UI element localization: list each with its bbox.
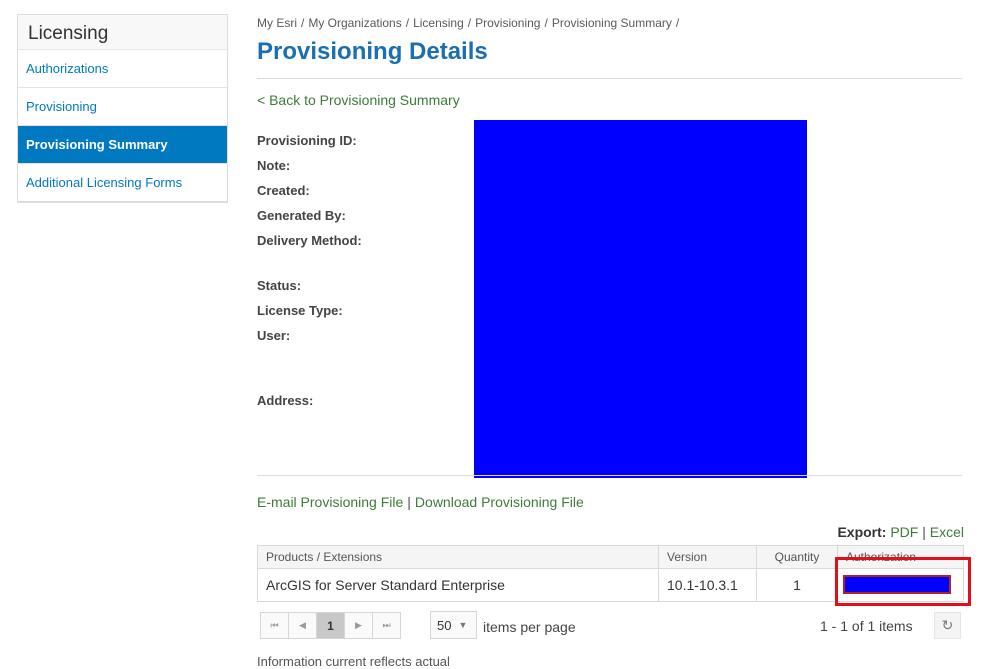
breadcrumb: My Esri / My Organizations / Licensing / Provi…	[257, 16, 683, 30]
label-generated-by: Generated By:	[257, 208, 346, 223]
label-address: Address:	[257, 393, 314, 408]
sidebar-item-provisioning-summary[interactable]: Provisioning Summary	[18, 126, 227, 164]
breadcrumb-separator: /	[467, 16, 472, 30]
breadcrumb-my-esri[interactable]: My Esri	[257, 16, 297, 30]
breadcrumb-licensing[interactable]: Licensing	[413, 16, 464, 30]
label-created: Created:	[257, 183, 310, 198]
title-divider	[257, 78, 962, 79]
page-title: Provisioning Details	[257, 38, 488, 65]
footnote-text: Information current reflects actual	[257, 654, 450, 669]
current-page-number[interactable]: 1	[316, 612, 345, 639]
redacted-details-block	[474, 120, 807, 478]
breadcrumb-separator: /	[405, 16, 410, 30]
first-page-icon[interactable]: ⏮	[260, 612, 289, 639]
breadcrumb-separator: /	[544, 16, 548, 30]
cell-product: ArcGIS for Server Standard Enterprise	[258, 569, 659, 601]
authorization-highlight-box	[835, 557, 971, 606]
sidebar-title: Licensing	[18, 15, 227, 50]
label-license-type: License Type:	[257, 303, 343, 318]
licensing-sidebar: Licensing Authorizations Provisioning Pr…	[17, 14, 228, 203]
cell-version: 10.1-10.3.1	[659, 569, 757, 601]
pager: ⏮ ◀ 1 ▶ ⏭	[260, 612, 401, 639]
column-header-version[interactable]: Version	[659, 546, 757, 568]
sidebar-item-provisioning[interactable]: Provisioning	[18, 88, 227, 126]
last-page-icon[interactable]: ⏭	[372, 612, 401, 639]
column-header-products[interactable]: Products / Extensions	[258, 546, 659, 568]
download-provisioning-file-link[interactable]: Download Provisioning File	[415, 494, 584, 510]
label-user: User:	[257, 328, 291, 343]
sidebar-item-authorizations[interactable]: Authorizations	[18, 50, 227, 88]
label-status: Status:	[257, 278, 302, 293]
page-size-value: 50	[437, 617, 452, 633]
export-pdf-link[interactable]: PDF	[890, 524, 918, 540]
breadcrumb-separator: /	[301, 16, 305, 30]
items-per-page-label: items per page	[483, 619, 576, 635]
details-divider	[257, 475, 962, 476]
export-excel-link[interactable]: Excel	[930, 524, 964, 540]
label-provisioning-id: Provisioning ID:	[257, 133, 357, 148]
column-header-quantity[interactable]: Quantity	[757, 546, 838, 568]
back-to-provisioning-summary-link[interactable]: < Back to Provisioning Summary	[257, 92, 460, 108]
cell-quantity: 1	[757, 569, 838, 601]
breadcrumb-provisioning[interactable]: Provisioning	[475, 16, 540, 30]
export-separator: |	[922, 524, 926, 540]
next-page-icon[interactable]: ▶	[344, 612, 373, 639]
breadcrumb-my-organizations[interactable]: My Organizations	[308, 16, 401, 30]
label-note: Note:	[257, 158, 291, 173]
email-provisioning-file-link[interactable]: E-mail Provisioning File	[257, 494, 403, 510]
label-delivery-method: Delivery Method:	[257, 233, 362, 248]
items-range-text: 1 - 1 of 1 items	[820, 618, 913, 634]
breadcrumb-provisioning-summary[interactable]: Provisioning Summary	[552, 16, 672, 30]
refresh-icon[interactable]: ↻	[934, 612, 961, 639]
previous-page-icon[interactable]: ◀	[288, 612, 317, 639]
sidebar-item-additional-licensing-forms[interactable]: Additional Licensing Forms	[18, 164, 227, 201]
page-size-select[interactable]: 50 ▼	[430, 611, 477, 639]
link-separator: |	[407, 494, 411, 510]
chevron-down-icon: ▼	[458, 620, 468, 630]
export-options: Export: PDF | Excel	[837, 524, 964, 540]
export-label: Export:	[837, 524, 887, 540]
provisioning-file-links: E-mail Provisioning File | Download Provis…	[257, 494, 584, 510]
breadcrumb-separator: /	[675, 16, 680, 30]
